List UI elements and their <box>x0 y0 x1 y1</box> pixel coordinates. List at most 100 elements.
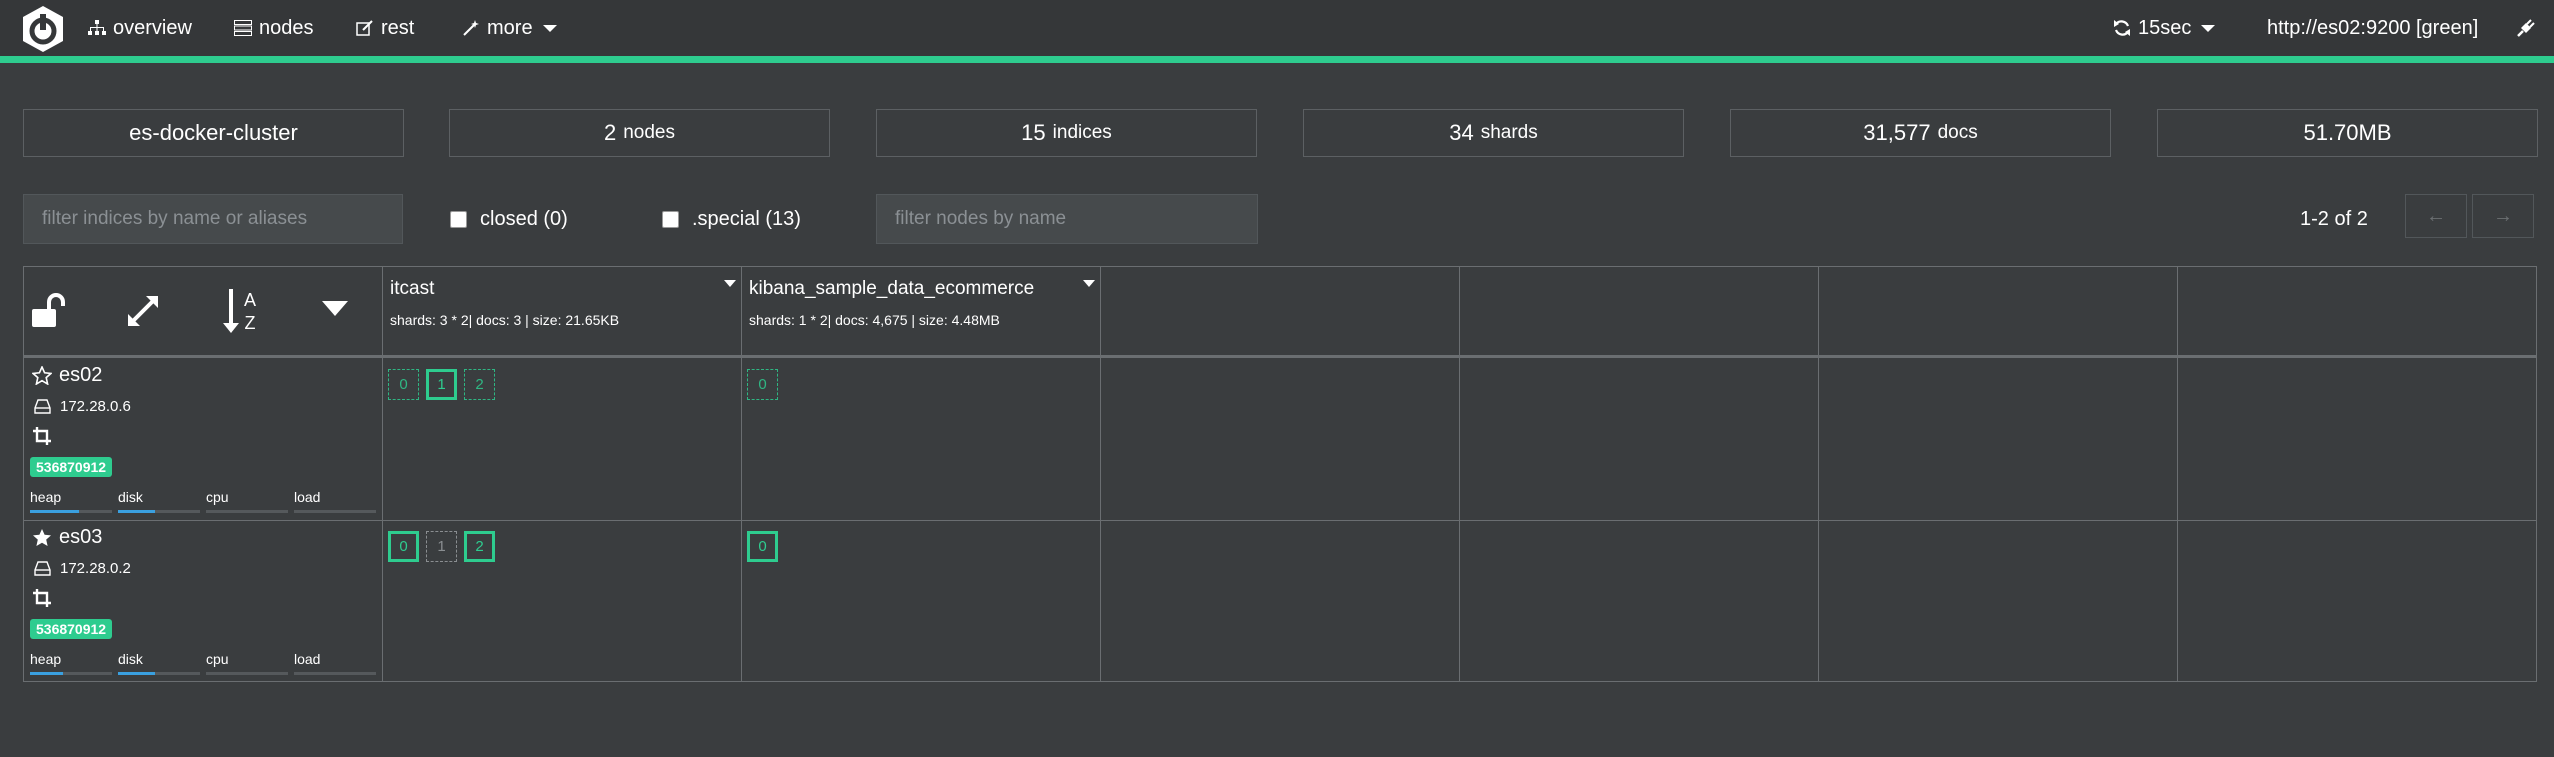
node-name-label: es03 <box>59 526 103 548</box>
caret-down-icon[interactable] <box>322 301 348 317</box>
metric-cpu-label: cpu <box>206 651 229 667</box>
cpu-bar <box>206 510 288 513</box>
shard-primary[interactable]: 2 <box>464 531 495 562</box>
caret-down-icon[interactable] <box>724 280 736 287</box>
refresh-interval-dropdown[interactable]: 15sec <box>2113 0 2216 56</box>
column-divider <box>382 267 383 681</box>
checkbox-box[interactable] <box>450 210 467 228</box>
node-name-label: es02 <box>59 364 103 386</box>
index-info-itcast: shards: 3 * 2| docs: 3 | size: 21.65KB <box>390 312 620 328</box>
pagination-label: 1-2 of 2 <box>2300 207 2368 230</box>
node-ip-label: 172.28.0.6 <box>60 398 131 415</box>
load-bar <box>294 510 376 513</box>
node-name-es02[interactable]: es02 <box>32 364 102 387</box>
server-icon <box>234 20 252 36</box>
disconnect-button[interactable] <box>2516 0 2543 56</box>
disk-bar <box>118 672 200 675</box>
sitemap-icon <box>88 20 106 35</box>
cluster-host-link[interactable]: http://es02:9200 [green] <box>2267 0 2478 56</box>
edit-icon <box>356 20 373 36</box>
shards-count: 34 <box>1449 120 1474 145</box>
magic-wand-icon <box>463 20 479 36</box>
crop-icon <box>33 427 51 445</box>
shard-replica[interactable]: 0 <box>388 369 419 400</box>
cluster-host-label: http://es02:9200 [green] <box>2267 16 2479 39</box>
shard-primary[interactable]: 1 <box>426 369 457 400</box>
docs-count: 31,577 <box>1863 120 1931 145</box>
column-divider <box>1459 267 1460 681</box>
checkbox-box[interactable] <box>662 210 679 228</box>
prev-page-button[interactable]: ← <box>2405 194 2467 238</box>
shards-unit: shards <box>1480 122 1538 143</box>
metric-heap-label: heap <box>30 651 62 667</box>
indices-unit: indices <box>1052 122 1112 143</box>
metric-load-label: load <box>294 489 321 505</box>
node-name-es03[interactable]: es03 <box>32 526 102 549</box>
stat-indices: 15 indices <box>876 109 1257 157</box>
special-indices-checkbox[interactable]: .special (13) <box>662 194 801 244</box>
metric-disk-label: disk <box>118 489 143 505</box>
next-page-button[interactable]: → <box>2472 194 2534 238</box>
navbar: overview nodes rest more 15sec http://es… <box>0 0 2554 56</box>
closed-indices-label: closed (0) <box>480 207 568 230</box>
badge-label: 536870912 <box>36 459 107 475</box>
docs-unit: docs <box>1937 122 1978 143</box>
sort-alpha-icon[interactable]: A Z <box>223 287 263 335</box>
crop-icon <box>33 589 51 607</box>
disk-bar-fill <box>118 510 155 513</box>
hdd-icon <box>34 399 51 414</box>
caret-down-icon <box>542 24 557 32</box>
expand-icon[interactable] <box>126 294 160 328</box>
disk-bar <box>118 510 200 513</box>
hdd-icon <box>34 561 51 576</box>
heap-bar-fill <box>30 510 80 513</box>
heap-bar <box>30 510 112 513</box>
filter-nodes-input[interactable] <box>876 194 1258 244</box>
indices-count: 15 <box>1021 120 1046 145</box>
shard-replica[interactable]: 1 <box>426 531 457 562</box>
refresh-icon <box>2114 20 2130 36</box>
load-bar <box>294 672 376 675</box>
index-name-kibana[interactable]: kibana_sample_data_ecommerce <box>749 278 1034 300</box>
column-divider <box>1100 267 1101 681</box>
nav-nodes-label: nodes <box>259 16 314 39</box>
cluster-size: 51.70MB <box>2303 120 2392 145</box>
cluster-overview-grid: A Z itcast shards: 3 * 2| docs: 3 | size… <box>23 266 2537 682</box>
metric-load-label: load <box>294 651 321 667</box>
cerebro-logo-icon[interactable] <box>20 4 66 54</box>
index-name-itcast[interactable]: itcast <box>390 278 434 300</box>
nodes-count: 2 <box>603 120 617 145</box>
pagination-info: 1-2 of 2 <box>2300 194 2368 244</box>
shard-primary[interactable]: 0 <box>388 531 419 562</box>
shard-primary[interactable]: 0 <box>747 531 778 562</box>
nav-more-label: more <box>487 16 533 39</box>
column-divider <box>1818 267 1819 681</box>
nav-nodes[interactable]: nodes <box>234 0 314 56</box>
unlock-icon[interactable] <box>29 292 67 330</box>
nav-rest[interactable]: rest <box>356 0 414 56</box>
nav-overview[interactable]: overview <box>88 0 192 56</box>
shard-replica[interactable]: 0 <box>747 369 778 400</box>
special-indices-label: .special (13) <box>692 207 801 230</box>
caret-down-icon <box>2201 24 2216 32</box>
metric-heap-label: heap <box>30 489 62 505</box>
nav-more-dropdown[interactable]: more <box>462 0 557 56</box>
heap-bar <box>30 672 112 675</box>
metric-cpu-label: cpu <box>206 489 229 505</box>
header-divider <box>24 355 2536 358</box>
node-ip-es02: 172.28.0.6 <box>34 398 131 415</box>
stat-size: 51.70MB <box>2157 109 2538 157</box>
badge-label: 536870912 <box>36 621 107 637</box>
nav-overview-label: overview <box>113 16 192 39</box>
filter-indices-input[interactable] <box>23 194 403 244</box>
closed-indices-checkbox[interactable]: closed (0) <box>450 194 568 244</box>
nav-rest-label: rest <box>381 16 415 39</box>
svg-text:A: A <box>244 290 256 310</box>
stat-cluster-name: es-docker-cluster <box>23 109 404 157</box>
node-heap-max-badge: 536870912 <box>30 457 113 477</box>
caret-down-icon[interactable] <box>1083 280 1095 287</box>
star-icon <box>33 529 51 546</box>
cpu-bar <box>206 672 288 675</box>
shard-replica[interactable]: 2 <box>464 369 495 400</box>
node-ip-label: 172.28.0.2 <box>60 560 131 577</box>
